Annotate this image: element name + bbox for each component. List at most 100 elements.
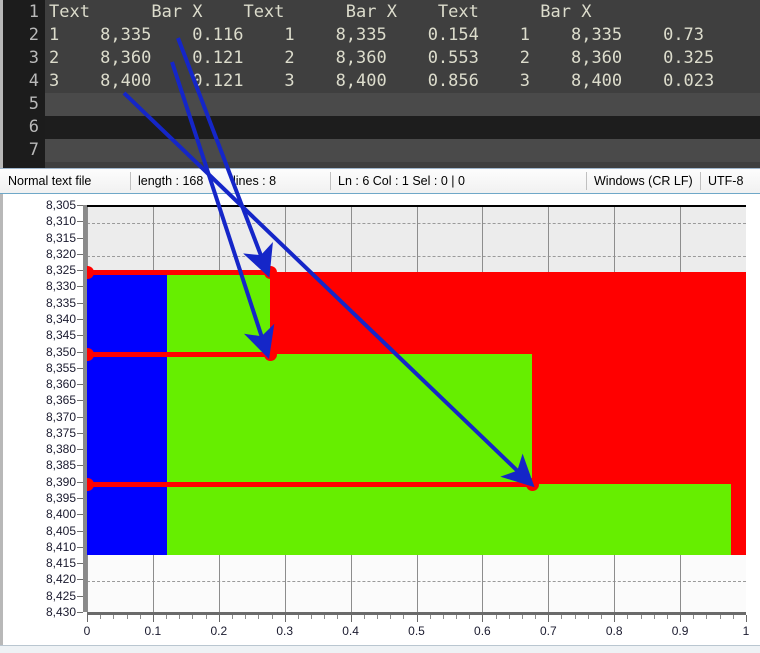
y-axis-tick-mark: [77, 286, 83, 288]
y-axis-tick-label: 8,360: [45, 377, 76, 392]
x-axis-minor-tick: [192, 615, 194, 619]
y-axis-tick-label: 8,330: [45, 279, 76, 294]
bar-segment-blue: [87, 483, 168, 556]
y-axis-tick-mark: [77, 335, 83, 337]
bar-segment-red: [730, 483, 746, 556]
y-axis-tick-mark: [77, 612, 83, 613]
bar-segment-red: [531, 353, 746, 484]
y-axis-tick-label: 8,375: [45, 425, 76, 440]
x-axis-minor-tick: [640, 615, 642, 619]
y-axis-tick-label: 8,390: [45, 474, 76, 489]
y-axis-tick-mark: [77, 367, 83, 369]
y-axis-tick-label: 8,380: [45, 442, 76, 457]
x-axis-tick-mark: [548, 615, 550, 622]
x-axis-minor-tick: [706, 615, 708, 619]
x-axis-minor-tick: [561, 615, 563, 619]
x-axis-minor-tick: [390, 615, 392, 619]
x-axis-minor-tick: [442, 615, 444, 619]
x-axis-minor-tick: [113, 615, 115, 619]
y-axis-tick-label: 8,400: [45, 507, 76, 522]
code-line[interactable]: 2 8,360 0.121 2 8,360 0.553 2 8,360 0.32…: [45, 47, 760, 70]
window-bottom-edge: [0, 645, 760, 653]
x-axis-minor-tick: [601, 615, 603, 619]
x-axis-minor-tick: [126, 615, 128, 619]
x-axis-minor-tick: [376, 615, 378, 619]
y-axis-tick-mark: [77, 579, 83, 581]
status-caret-position: Ln : 6 Col : 1 Sel : 0 | 0: [338, 174, 465, 188]
x-axis-tick-mark: [746, 615, 747, 622]
x-axis-tick-mark: [482, 615, 484, 622]
x-axis-minor-tick: [456, 615, 458, 619]
x-axis-tick-label: 0.3: [276, 624, 294, 638]
status-bar: Normal text file length : 168 lines : 8 …: [0, 168, 760, 194]
y-axis-tick-label: 8,425: [45, 588, 76, 603]
y-axis-tick-label: 8,415: [45, 556, 76, 571]
x-axis-minor-tick: [179, 615, 181, 619]
x-axis-tick-mark: [416, 615, 418, 622]
y-axis-tick-label: 8,320: [45, 246, 76, 261]
line-number: 2: [28, 25, 39, 45]
x-axis-minor-tick: [139, 615, 141, 619]
status-length: length : 168: [138, 174, 204, 188]
y-axis-tick-label: 8,350: [45, 344, 76, 359]
y-axis-tick-mark: [77, 416, 83, 418]
measurement-line: [87, 270, 270, 276]
y-axis-tick-mark: [77, 481, 83, 483]
y-axis-tick-label: 8,370: [45, 409, 76, 424]
bar-segment-blue: [87, 272, 168, 354]
y-axis-tick-mark: [77, 253, 83, 255]
x-axis-tick-mark: [350, 615, 352, 622]
code-line[interactable]: 3 8,400 0.121 3 8,400 0.856 3 8,400 0.02…: [45, 70, 760, 93]
x-axis-minor-tick: [258, 615, 260, 619]
x-axis-minor-tick: [521, 615, 523, 619]
x-axis-minor-tick: [693, 615, 695, 619]
y-axis-tick-label: 8,405: [45, 523, 76, 538]
x-axis-tick-mark: [152, 615, 154, 622]
y-axis-tick-label: 8,310: [45, 214, 76, 229]
y-axis-tick-label: 8,365: [45, 393, 76, 408]
y-axis-tick-mark: [77, 595, 83, 597]
x-axis-minor-tick: [587, 615, 589, 619]
status-eol-format: Windows (CR LF): [594, 174, 693, 188]
y-axis-tick-label: 8,335: [45, 295, 76, 310]
x-axis-tick-label: 0.1: [144, 624, 162, 638]
x-axis-tick-label: 0.6: [474, 624, 491, 638]
code-line[interactable]: [45, 93, 760, 116]
x-axis-minor-tick: [311, 615, 313, 619]
x-axis-tick-mark: [680, 615, 682, 622]
y-axis-tick-label: 8,315: [45, 230, 76, 245]
x-axis-minor-tick: [363, 615, 365, 619]
y-axis-tick-mark: [77, 237, 83, 239]
bar-segment-green: [167, 353, 532, 484]
y-axis-tick-mark: [77, 302, 83, 304]
data-point-marker: [263, 266, 277, 280]
code-line[interactable]: [45, 116, 760, 139]
y-axis-tick-label: 8,410: [45, 539, 76, 554]
x-axis-tick-label: 0.4: [342, 624, 359, 638]
chart-panel: 8,305 8,310 8,315 8,320 8,325 8,330 8,335 8,340…: [0, 194, 760, 653]
code-area[interactable]: Text Bar X Text Bar X Text Bar X1 8,335 …: [45, 0, 760, 168]
y-axis-tick-mark: [77, 449, 83, 451]
x-axis-minor-tick: [495, 615, 497, 619]
bar-segment-green: [167, 483, 731, 556]
y-axis-tick-mark: [77, 563, 83, 565]
code-line[interactable]: [45, 139, 760, 162]
bar-segment-blue: [87, 353, 168, 484]
line-number: 1: [28, 2, 39, 22]
y-axis-tick-mark: [77, 530, 83, 532]
y-axis-tick-label: 8,430: [45, 605, 76, 619]
status-encoding: UTF-8: [708, 174, 744, 188]
code-line[interactable]: 1 8,335 0.116 1 8,335 0.154 1 8,335 0.73: [45, 24, 760, 47]
text-editor[interactable]: 1 2 3 4 5 6 7 Text Bar X Text Bar X Text Bar X…: [0, 0, 760, 168]
measurement-line: [87, 481, 532, 487]
x-axis-minor-tick: [403, 615, 405, 619]
x-axis-tick-label: 0.2: [210, 624, 228, 638]
y-axis-tick-mark: [77, 498, 83, 500]
x-axis-tick-mark: [218, 615, 220, 622]
y-axis-line: [83, 205, 87, 612]
code-line[interactable]: Text Bar X Text Bar X Text Bar X: [45, 1, 760, 24]
status-file-type: Normal text file: [8, 174, 92, 188]
y-axis-tick-label: 8,395: [45, 491, 76, 506]
y-axis-tick-label: 8,385: [45, 458, 76, 473]
bar-segment-green: [167, 272, 270, 354]
